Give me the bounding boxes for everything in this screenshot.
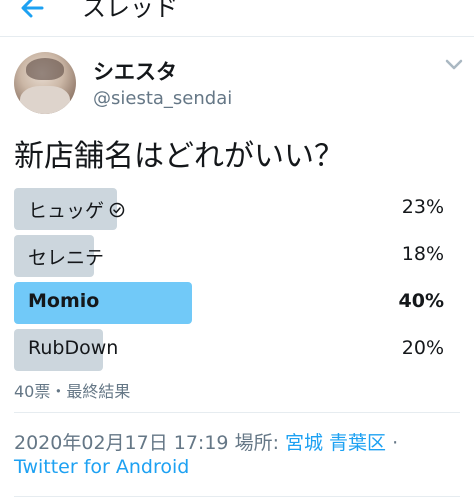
check-circle-icon: [109, 202, 125, 218]
timestamp[interactable]: 2020年02月17日 17:19: [14, 432, 229, 454]
poll-option-3: Momio 40%: [14, 282, 460, 324]
source-link[interactable]: Twitter for Android: [14, 456, 189, 478]
divider: [14, 496, 460, 497]
poll-percent: 23%: [401, 196, 444, 218]
poll-summary: 40票・最終結果: [14, 382, 131, 401]
poll-label-wrap: ヒュッゲ: [28, 196, 125, 223]
author-name[interactable]: シエスタ: [93, 56, 177, 86]
arrow-left-icon[interactable]: [18, 0, 46, 22]
poll-label: ヒュッゲ: [28, 200, 105, 222]
poll-label: セレニテ: [28, 247, 105, 269]
tweet-meta: 2020年02月17日 17:19 場所: 宮城 青葉区 ·: [14, 428, 398, 455]
place-prefix: 場所:: [234, 432, 279, 454]
poll-percent: 18%: [401, 243, 444, 265]
page-title: スレッド: [82, 0, 178, 22]
top-bar: スレッド: [0, 0, 474, 37]
poll-option-2: セレニテ 18%: [14, 235, 460, 277]
avatar-body: [20, 86, 70, 114]
tweet-text: 新店舗名はどれがいい？: [14, 139, 344, 174]
chevron-down-icon[interactable]: [444, 58, 464, 72]
avatar-hair: [26, 58, 64, 80]
author-handle[interactable]: @siesta_sendai: [93, 88, 232, 109]
poll-option-1: ヒュッゲ 23%: [14, 188, 460, 230]
poll-label: Momio: [28, 290, 100, 312]
separator: ·: [392, 432, 399, 454]
poll-percent: 20%: [401, 337, 444, 359]
poll-percent: 40%: [398, 290, 444, 312]
avatar[interactable]: [14, 52, 76, 114]
place-link[interactable]: 宮城 青葉区: [285, 432, 386, 454]
poll-label: RubDown: [28, 337, 119, 359]
poll-option-4: RubDown 20%: [14, 329, 460, 371]
divider: [14, 412, 460, 413]
